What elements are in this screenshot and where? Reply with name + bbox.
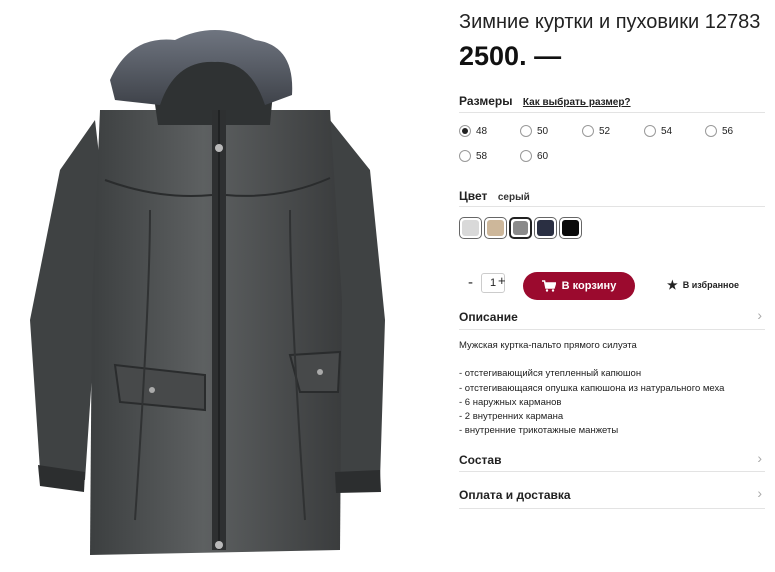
description-heading: Описание bbox=[459, 310, 518, 324]
color-swatch-black[interactable] bbox=[559, 217, 582, 239]
description-section-toggle[interactable]: Описание › bbox=[459, 307, 765, 330]
size-guide-link[interactable]: Как выбрать размер? bbox=[523, 97, 631, 108]
size-option-50[interactable]: 50 bbox=[520, 125, 548, 137]
feature-item: - 2 внутренних кармана bbox=[459, 411, 564, 423]
size-option-52[interactable]: 52 bbox=[582, 125, 610, 137]
description-intro: Мужская куртка-пальто прямого силуэта bbox=[459, 340, 637, 351]
product-image bbox=[0, 0, 440, 572]
size-option-56[interactable]: 56 bbox=[705, 125, 733, 137]
sizes-header: Размеры Как выбрать размер? bbox=[459, 92, 765, 113]
chevron-right-icon: › bbox=[757, 450, 762, 466]
composition-section-toggle[interactable]: Состав › bbox=[459, 450, 765, 472]
color-swatches bbox=[459, 217, 584, 239]
feature-item: - 6 наружных карманов bbox=[459, 396, 562, 408]
color-swatch-light-gray[interactable] bbox=[459, 217, 482, 239]
size-option-54[interactable]: 54 bbox=[644, 125, 672, 137]
add-to-favorites-link[interactable]: ★ В избранное bbox=[667, 278, 739, 292]
cart-icon bbox=[541, 280, 556, 292]
quantity-decrease-button[interactable]: - bbox=[468, 274, 473, 291]
favorites-label: В избранное bbox=[682, 280, 739, 290]
feature-item: - внутренние трикотажные манжеты bbox=[459, 425, 619, 437]
radio-icon[interactable] bbox=[582, 125, 594, 137]
product-price: 2500. — bbox=[459, 41, 562, 71]
add-to-cart-button[interactable]: В корзину bbox=[523, 272, 635, 300]
composition-heading: Состав bbox=[459, 453, 502, 467]
feature-item: - отстегивающийся утепленный капюшон bbox=[459, 368, 642, 380]
color-swatch-beige[interactable] bbox=[484, 217, 507, 239]
radio-icon[interactable] bbox=[459, 125, 471, 137]
quantity-increase-button[interactable]: + bbox=[498, 273, 506, 288]
radio-icon[interactable] bbox=[644, 125, 656, 137]
color-swatch-navy[interactable] bbox=[534, 217, 557, 239]
size-option-48[interactable]: 48 bbox=[459, 125, 487, 137]
feature-item: - отстегивающаяся опушка капюшона из нат… bbox=[459, 382, 725, 394]
add-to-cart-label: В корзину bbox=[561, 280, 617, 292]
star-icon: ★ bbox=[667, 278, 678, 292]
product-title: Зимние куртки и пуховики 12783 bbox=[459, 11, 761, 33]
radio-icon[interactable] bbox=[705, 125, 717, 137]
color-value: серый bbox=[497, 192, 530, 203]
payment-delivery-heading: Оплата и доставка bbox=[459, 488, 571, 502]
color-swatch-gray[interactable] bbox=[509, 217, 532, 239]
radio-icon[interactable] bbox=[520, 125, 532, 137]
sizes-label: Размеры bbox=[459, 94, 513, 108]
chevron-right-icon: › bbox=[757, 485, 762, 501]
color-header: Цвет серый bbox=[459, 187, 765, 207]
chevron-right-icon: › bbox=[757, 307, 762, 323]
size-option-58[interactable]: 58 bbox=[459, 150, 487, 162]
radio-icon[interactable] bbox=[520, 150, 532, 162]
radio-icon[interactable] bbox=[459, 150, 471, 162]
color-label: Цвет bbox=[459, 189, 488, 203]
payment-delivery-section-toggle[interactable]: Оплата и доставка › bbox=[459, 485, 765, 509]
description-body: Мужская куртка-пальто прямого силуэта - … bbox=[459, 339, 765, 439]
size-option-60[interactable]: 60 bbox=[520, 150, 548, 162]
